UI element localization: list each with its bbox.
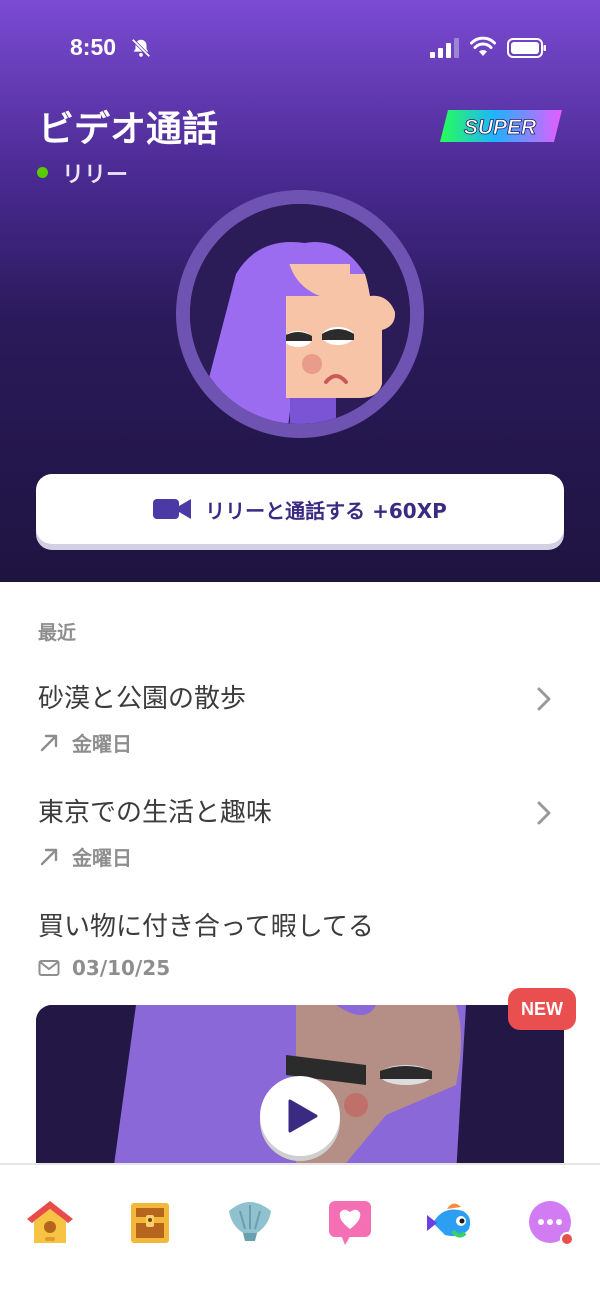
bottom-tab-bar bbox=[0, 1163, 600, 1304]
recent-call-date: 金曜日 bbox=[72, 846, 132, 870]
contact-name: リリー bbox=[62, 163, 129, 188]
envelope-icon bbox=[38, 960, 60, 976]
recent-call-date: 金曜日 bbox=[72, 732, 132, 756]
start-call-label: リリーと通話する +60XP bbox=[205, 498, 447, 523]
status-bar: 8:50 bbox=[0, 0, 600, 96]
page-title: ビデオ通話 bbox=[38, 109, 219, 150]
play-icon bbox=[288, 1099, 318, 1133]
bell-slash-icon bbox=[131, 38, 151, 58]
wifi-icon bbox=[470, 36, 496, 56]
super-badge-label: SUPER bbox=[464, 116, 537, 139]
tab-practice[interactable] bbox=[423, 1195, 477, 1249]
recents-section-label: 最近 bbox=[38, 622, 77, 644]
recent-call-title: 買い物に付き合って暇してる bbox=[38, 912, 374, 942]
tab-shell[interactable] bbox=[223, 1195, 277, 1249]
recent-call-title: 東京での生活と趣味 bbox=[38, 798, 273, 828]
video-camera-icon bbox=[153, 499, 192, 519]
birdhouse-icon bbox=[27, 1201, 73, 1243]
tab-more[interactable] bbox=[523, 1195, 577, 1249]
new-badge: NEW bbox=[508, 988, 576, 1030]
recent-call-meta: 金曜日 bbox=[38, 728, 132, 757]
chevron-right-icon bbox=[537, 687, 551, 711]
recent-call-meta: 03/10/25 bbox=[38, 956, 170, 980]
chevron-right-icon bbox=[537, 801, 551, 825]
video-call-header: 8:50 ビデオ通話 リリー SUPER リリーと通話する +60XP bbox=[0, 0, 600, 582]
tab-home[interactable] bbox=[23, 1195, 77, 1249]
status-time: 8:50 bbox=[70, 34, 117, 60]
outgoing-arrow-icon bbox=[40, 848, 58, 865]
online-status-dot bbox=[37, 167, 48, 178]
recent-call-item[interactable]: 東京での生活と趣味 金曜日 bbox=[0, 792, 600, 892]
tab-video-call[interactable] bbox=[323, 1195, 377, 1249]
fish-icon bbox=[427, 1203, 471, 1238]
notification-dot bbox=[560, 1232, 574, 1246]
contact-avatar bbox=[176, 190, 424, 438]
tab-chest[interactable] bbox=[123, 1195, 177, 1249]
outgoing-arrow-icon bbox=[40, 734, 58, 751]
cellular-signal-icon bbox=[430, 38, 459, 58]
heart-chat-icon bbox=[329, 1201, 371, 1245]
play-button[interactable] bbox=[260, 1076, 340, 1156]
recent-call-title: 砂漠と公園の散歩 bbox=[38, 684, 247, 714]
treasure-chest-icon bbox=[131, 1203, 169, 1243]
battery-icon bbox=[507, 38, 546, 58]
shell-icon bbox=[229, 1202, 271, 1241]
recent-call-item[interactable]: 買い物に付き合って暇してる 03/10/25 bbox=[0, 906, 600, 1006]
super-badge[interactable]: SUPER bbox=[436, 108, 566, 144]
start-call-button[interactable]: リリーと通話する +60XP bbox=[36, 474, 564, 544]
recent-call-item[interactable]: 砂漠と公園の散歩 金曜日 bbox=[0, 678, 600, 778]
recent-call-meta: 金曜日 bbox=[38, 842, 132, 871]
recent-call-date: 03/10/25 bbox=[72, 956, 171, 980]
more-dots-icon bbox=[529, 1201, 574, 1246]
